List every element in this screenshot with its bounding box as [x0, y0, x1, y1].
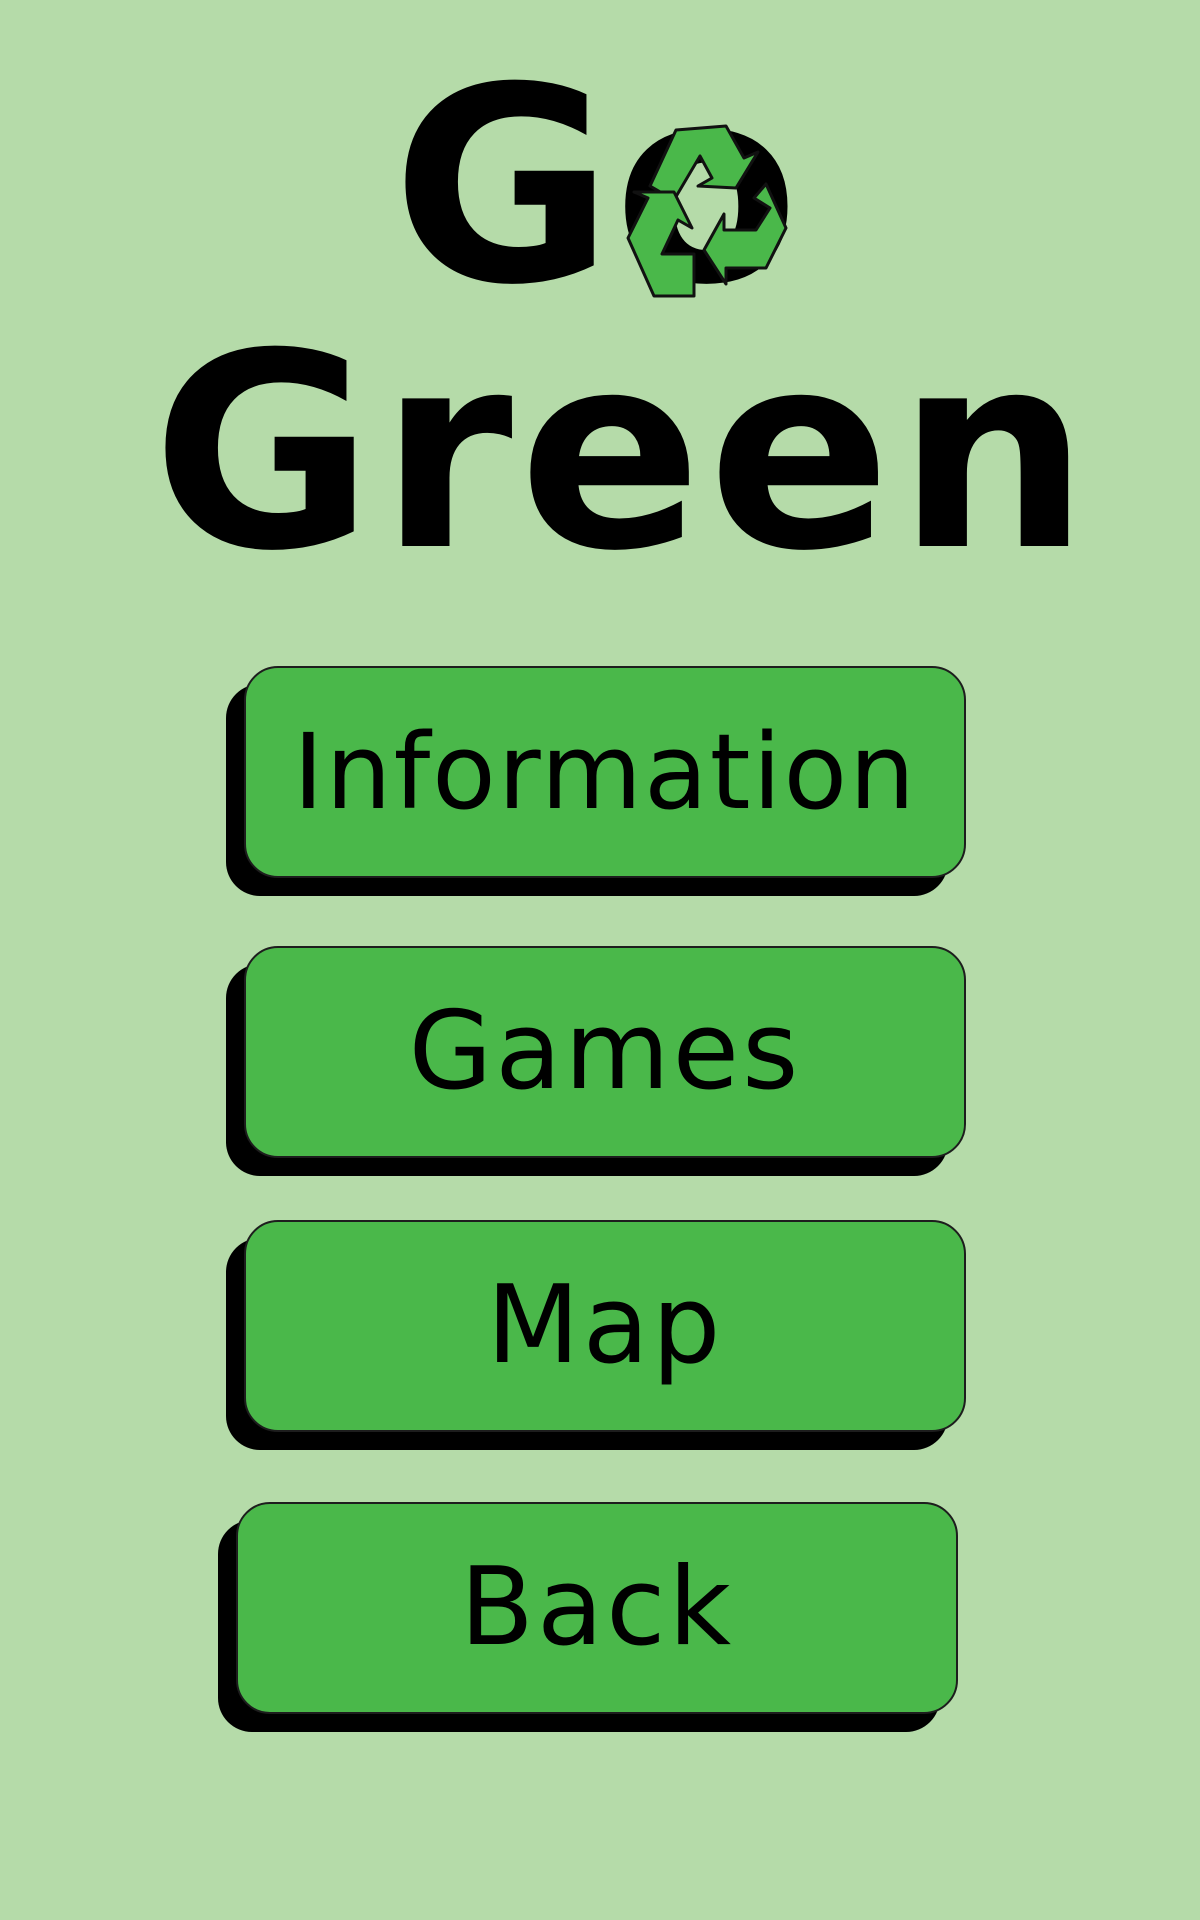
title-green: Green — [152, 295, 1096, 610]
information-button-label: Information — [292, 711, 917, 833]
games-button-label: Games — [408, 989, 802, 1114]
map-button[interactable]: Map — [244, 1220, 966, 1432]
back-button-label: Back — [459, 1545, 735, 1670]
games-button[interactable]: Games — [244, 946, 966, 1158]
information-button[interactable]: Information — [244, 666, 966, 878]
main-menu-screen: Go Green Information Games Map Back — [0, 0, 1200, 1920]
map-button-label: Map — [486, 1263, 724, 1388]
back-button[interactable]: Back — [236, 1502, 958, 1714]
